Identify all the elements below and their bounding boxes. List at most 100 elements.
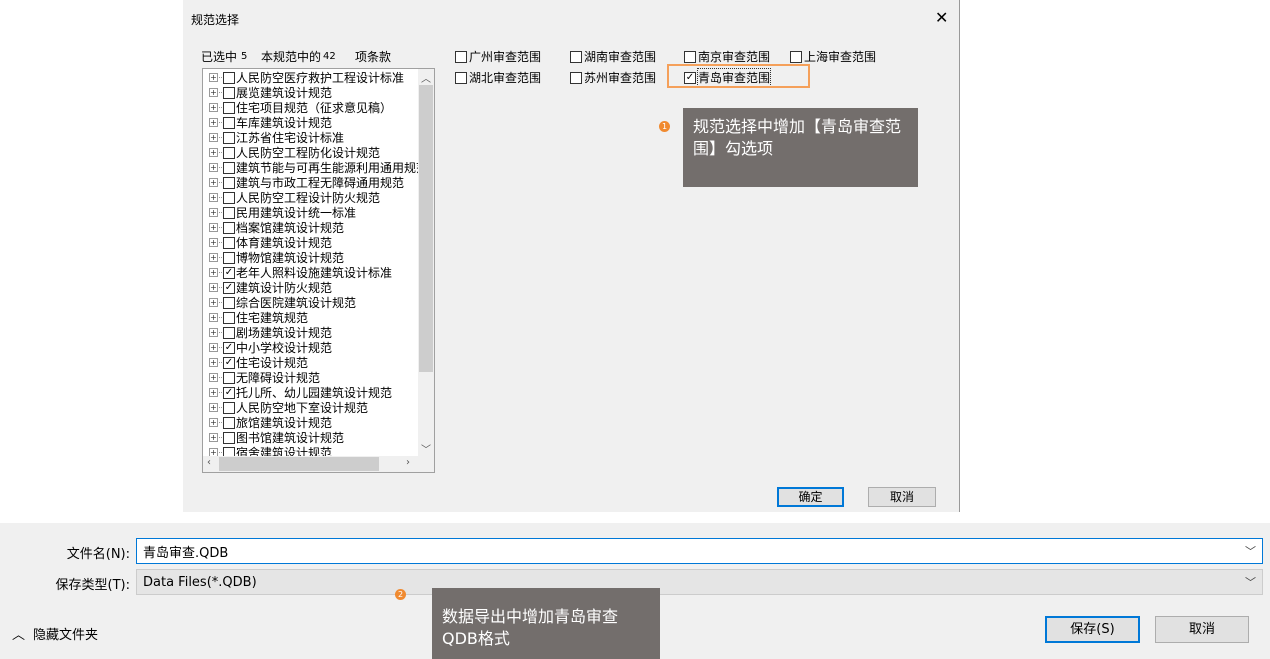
hide-folders-toggle[interactable]: ︿ 隐藏文件夹 — [12, 624, 98, 643]
expand-icon[interactable]: + — [209, 118, 218, 127]
tree-item[interactable]: + 江苏省住宅设计标准 — [209, 130, 344, 145]
expand-icon[interactable]: + — [209, 238, 218, 247]
tree-item[interactable]: + 建筑与市政工程无障碍通用规范 — [209, 175, 404, 190]
scope-option[interactable]: 湖北审查范围 — [455, 69, 541, 86]
expand-icon[interactable]: + — [209, 388, 218, 397]
tree-item[interactable]: + 综合医院建筑设计规范 — [209, 295, 356, 310]
checkbox[interactable] — [684, 50, 696, 63]
tree-item[interactable]: + 车库建筑设计规范 — [209, 115, 332, 130]
close-icon[interactable]: ✕ — [935, 8, 948, 27]
expand-icon[interactable]: + — [209, 133, 218, 142]
tree-item[interactable]: + 无障碍设计规范 — [209, 370, 320, 385]
expand-icon[interactable]: + — [209, 358, 218, 367]
checkbox[interactable] — [223, 131, 235, 144]
expand-icon[interactable]: + — [209, 148, 218, 157]
expand-icon[interactable]: + — [209, 178, 218, 187]
ok-button[interactable]: 确定 — [777, 487, 844, 507]
checkbox[interactable] — [223, 221, 235, 234]
checkbox[interactable]: ✓ — [223, 386, 235, 399]
tree-item[interactable]: + 图书馆建筑设计规范 — [209, 430, 344, 445]
checkbox[interactable] — [223, 326, 235, 339]
scroll-down-icon[interactable]: ﹀ — [421, 441, 431, 456]
expand-icon[interactable]: + — [209, 328, 218, 337]
expand-icon[interactable]: + — [209, 73, 218, 82]
tree-item[interactable]: + 档案馆建筑设计规范 — [209, 220, 344, 235]
filetype-select[interactable]: Data Files(*.QDB) ﹀ — [136, 569, 1263, 595]
tree-item[interactable]: + 人民防空工程设计防火规范 — [209, 190, 380, 205]
scroll-thumb-h[interactable] — [219, 457, 379, 471]
tree-item[interactable]: + 体育建筑设计规范 — [209, 235, 332, 250]
checkbox[interactable]: ✓ — [223, 281, 235, 294]
checkbox[interactable] — [223, 431, 235, 444]
tree-item[interactable]: + ✓ 住宅设计规范 — [209, 355, 308, 370]
checkbox[interactable] — [455, 71, 467, 84]
checkbox[interactable]: ✓ — [223, 356, 235, 369]
chevron-down-icon[interactable]: ﹀ — [1245, 574, 1256, 590]
checkbox[interactable] — [223, 176, 235, 189]
expand-icon[interactable]: + — [209, 403, 218, 412]
scope-option[interactable]: 湖南审查范围 — [570, 48, 656, 65]
tree-item[interactable]: + 建筑节能与可再生能源利用通用规范 — [209, 160, 428, 175]
scope-option[interactable]: 广州审查范围 — [455, 48, 541, 65]
expand-icon[interactable]: + — [209, 223, 218, 232]
expand-icon[interactable]: + — [209, 268, 218, 277]
vertical-scrollbar[interactable]: ︿ ﹀ — [418, 69, 434, 457]
expand-icon[interactable]: + — [209, 103, 218, 112]
tree-item[interactable]: + 旅馆建筑设计规范 — [209, 415, 332, 430]
checkbox[interactable] — [223, 251, 235, 264]
checkbox[interactable] — [223, 401, 235, 414]
scope-option[interactable]: 上海审查范围 — [790, 48, 876, 65]
checkbox[interactable]: ✓ — [223, 266, 235, 279]
chevron-down-icon[interactable]: ﹀ — [1245, 543, 1256, 559]
tree-item[interactable]: + 住宅建筑规范 — [209, 310, 308, 325]
expand-icon[interactable]: + — [209, 283, 218, 292]
checkbox[interactable] — [223, 146, 235, 159]
cancel-button[interactable]: 取消 — [868, 487, 936, 507]
checkbox[interactable] — [570, 50, 582, 63]
checkbox[interactable] — [455, 50, 467, 63]
scroll-left-icon[interactable]: ‹ — [207, 457, 211, 468]
tree-item[interactable]: + 博物馆建筑设计规范 — [209, 250, 344, 265]
scope-option[interactable]: 苏州审查范围 — [570, 69, 656, 86]
tree-item[interactable]: + 住宅项目规范（征求意见稿） — [209, 100, 392, 115]
scroll-right-icon[interactable]: › — [406, 457, 410, 468]
checkbox[interactable] — [790, 50, 802, 63]
tree-item[interactable]: + ✓ 建筑设计防火规范 — [209, 280, 332, 295]
filename-input[interactable]: 青岛审查.QDB ﹀ — [136, 538, 1263, 564]
checkbox[interactable] — [223, 161, 235, 174]
checkbox[interactable] — [223, 101, 235, 114]
checkbox[interactable] — [223, 116, 235, 129]
expand-icon[interactable]: + — [209, 163, 218, 172]
cancel-save-button[interactable]: 取消 — [1155, 616, 1249, 643]
scope-option[interactable]: 南京审查范围 — [684, 48, 770, 65]
checkbox[interactable] — [223, 416, 235, 429]
tree-item[interactable]: + ✓ 中小学校设计规范 — [209, 340, 332, 355]
expand-icon[interactable]: + — [209, 313, 218, 322]
tree-item[interactable]: + 民用建筑设计统一标准 — [209, 205, 356, 220]
checkbox[interactable] — [223, 311, 235, 324]
checkbox[interactable] — [223, 236, 235, 249]
tree-item[interactable]: + 人民防空地下室设计规范 — [209, 400, 368, 415]
expand-icon[interactable]: + — [209, 88, 218, 97]
expand-icon[interactable]: + — [209, 418, 218, 427]
expand-icon[interactable]: + — [209, 343, 218, 352]
spec-tree[interactable]: + 人民防空医疗救护工程设计标准 + 展览建筑设计规范 + 住宅项目规范（征求意见稿） + 车… — [202, 68, 435, 473]
checkbox[interactable]: ✓ — [223, 341, 235, 354]
expand-icon[interactable]: + — [209, 253, 218, 262]
expand-icon[interactable]: + — [209, 433, 218, 442]
tree-item[interactable]: + ✓ 托儿所、幼儿园建筑设计规范 — [209, 385, 392, 400]
save-button[interactable]: 保存(S) — [1045, 616, 1140, 643]
checkbox[interactable] — [223, 296, 235, 309]
checkbox[interactable] — [223, 86, 235, 99]
horizontal-scrollbar[interactable]: ‹ › — [203, 456, 434, 472]
expand-icon[interactable]: + — [209, 208, 218, 217]
scroll-up-icon[interactable]: ︿ — [421, 70, 431, 85]
expand-icon[interactable]: + — [209, 298, 218, 307]
checkbox[interactable] — [223, 371, 235, 384]
tree-item[interactable]: + ✓ 老年人照料设施建筑设计标准 — [209, 265, 392, 280]
tree-item[interactable]: + 人民防空医疗救护工程设计标准 — [209, 70, 404, 85]
tree-item[interactable]: + 剧场建筑设计规范 — [209, 325, 332, 340]
checkbox[interactable] — [570, 71, 582, 84]
scroll-thumb[interactable] — [419, 85, 433, 372]
expand-icon[interactable]: + — [209, 373, 218, 382]
